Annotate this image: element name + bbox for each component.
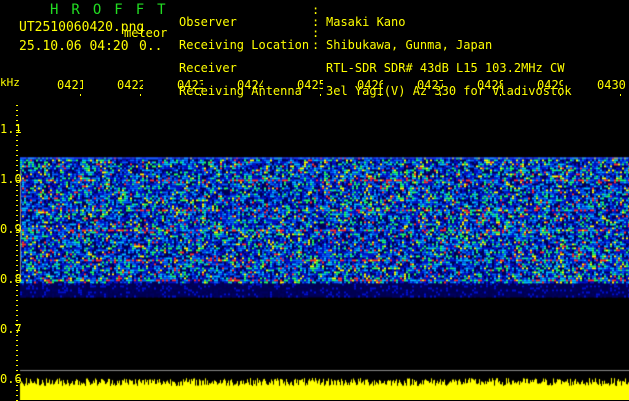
y-tick-mark <box>16 330 20 331</box>
y-tick-mark <box>16 200 18 201</box>
x-tick-mark <box>560 94 561 96</box>
y-tick-mark <box>16 305 18 306</box>
y-tick-mark <box>16 195 18 196</box>
y-tick-label: 0.6 <box>0 372 22 386</box>
y-tick-mark <box>16 130 20 131</box>
y-tick-mark <box>16 310 18 311</box>
y-tick-mark <box>16 300 18 301</box>
y-tick-mark <box>16 205 18 206</box>
x-tick-mark <box>620 94 621 96</box>
y-tick-mark <box>16 110 18 111</box>
y-tick-mark <box>16 240 18 241</box>
y-tick-mark <box>16 285 18 286</box>
y-tick-label: 0.9 <box>0 222 22 236</box>
x-tick-label: 0427 <box>417 78 443 92</box>
x-tick-label: 0421 <box>57 78 83 92</box>
y-tick-mark <box>16 145 18 146</box>
x-tick-label: 0428 <box>477 78 503 92</box>
y-tick-mark <box>16 395 18 396</box>
y-tick-label: 1.0 <box>0 172 22 186</box>
y-tick-mark <box>16 120 18 121</box>
receiver-label: Receiver <box>179 60 237 75</box>
y-tick-mark <box>16 185 18 186</box>
y-tick-mark <box>16 245 18 246</box>
x-tick-mark <box>500 94 501 96</box>
y-tick-mark <box>16 275 18 276</box>
x-tick-mark <box>440 94 441 96</box>
y-tick-mark <box>16 260 18 261</box>
y-tick-mark <box>16 375 18 376</box>
y-tick-mark <box>16 215 18 216</box>
y-tick-mark <box>16 235 18 236</box>
location-label: Receiving Location <box>179 37 310 52</box>
y-tick-label: 0.7 <box>0 322 22 336</box>
observer-value: Masaki Kano <box>326 14 406 29</box>
y-tick-mark <box>16 360 18 361</box>
y-axis-unit: kHz <box>0 76 20 89</box>
x-tick-label: 0429 <box>537 78 563 92</box>
app-title: HROFFT <box>50 2 179 18</box>
y-tick-mark <box>16 390 18 391</box>
y-tick-mark <box>16 160 18 161</box>
y-tick-label: 0.8 <box>0 272 22 286</box>
y-tick-mark <box>16 380 20 381</box>
info-colons: :::: <box>312 3 320 52</box>
mode-label: meteor <box>124 26 168 40</box>
y-tick-mark <box>16 150 18 151</box>
datetime: 25.10.06 04:20 <box>19 39 129 54</box>
y-tick-mark <box>16 125 18 126</box>
y-tick-mark <box>16 335 18 336</box>
x-tick-mark <box>380 94 381 96</box>
x-tick-mark <box>80 94 81 96</box>
y-tick-mark <box>16 190 18 191</box>
x-tick-label: 0424 <box>237 78 263 92</box>
y-tick-mark <box>16 345 18 346</box>
duration: 0.. <box>139 39 163 54</box>
y-tick-mark <box>16 115 18 116</box>
y-tick-mark <box>16 340 18 341</box>
y-tick-mark <box>16 135 18 136</box>
y-tick-mark <box>16 230 20 231</box>
y-tick-mark <box>16 325 18 326</box>
y-tick-mark <box>16 140 18 141</box>
y-tick-mark <box>16 255 18 256</box>
y-tick-mark <box>16 385 18 386</box>
y-tick-mark <box>16 290 18 291</box>
info-values: Masaki Kano Shibukawa, Gunma, Japan RTL-… <box>326 5 572 109</box>
y-tick-mark <box>16 265 18 266</box>
y-tick-mark <box>16 350 18 351</box>
y-tick-mark <box>16 180 20 181</box>
y-tick-mark <box>16 250 18 251</box>
y-tick-mark <box>16 320 18 321</box>
y-tick-mark <box>16 105 18 106</box>
x-tick-label: 0430 <box>597 78 626 92</box>
receiver-value: RTL-SDR SDR# 43dB L15 103.2MHz CW <box>326 60 565 75</box>
y-tick-mark <box>16 365 18 366</box>
x-tick-label: 0423 <box>177 78 203 92</box>
info-labels: Observer Receiving Location Receiver Rec… <box>179 5 309 109</box>
x-tick-mark <box>200 94 201 96</box>
x-tick-mark <box>320 94 321 96</box>
x-tick-mark <box>140 94 141 96</box>
y-tick-mark <box>16 270 18 271</box>
y-tick-mark <box>16 355 18 356</box>
y-tick-mark <box>16 315 18 316</box>
y-tick-mark <box>16 165 18 166</box>
observer-label: Observer <box>179 14 237 29</box>
y-tick-mark <box>16 155 18 156</box>
y-tick-mark <box>16 220 18 221</box>
y-tick-mark <box>16 170 18 171</box>
y-tick-mark <box>16 210 18 211</box>
x-tick-label: 0422 <box>117 78 143 92</box>
y-tick-mark <box>16 295 18 296</box>
x-tick-label: 0425 <box>297 78 323 92</box>
x-tick-mark <box>260 94 261 96</box>
y-tick-label: 1.1 <box>0 122 22 136</box>
y-tick-mark <box>16 175 18 176</box>
y-tick-mark <box>16 370 18 371</box>
location-value: Shibukawa, Gunma, Japan <box>326 37 493 52</box>
y-tick-mark <box>16 280 20 281</box>
y-tick-mark <box>16 225 18 226</box>
x-tick-label: 0426 <box>357 78 383 92</box>
